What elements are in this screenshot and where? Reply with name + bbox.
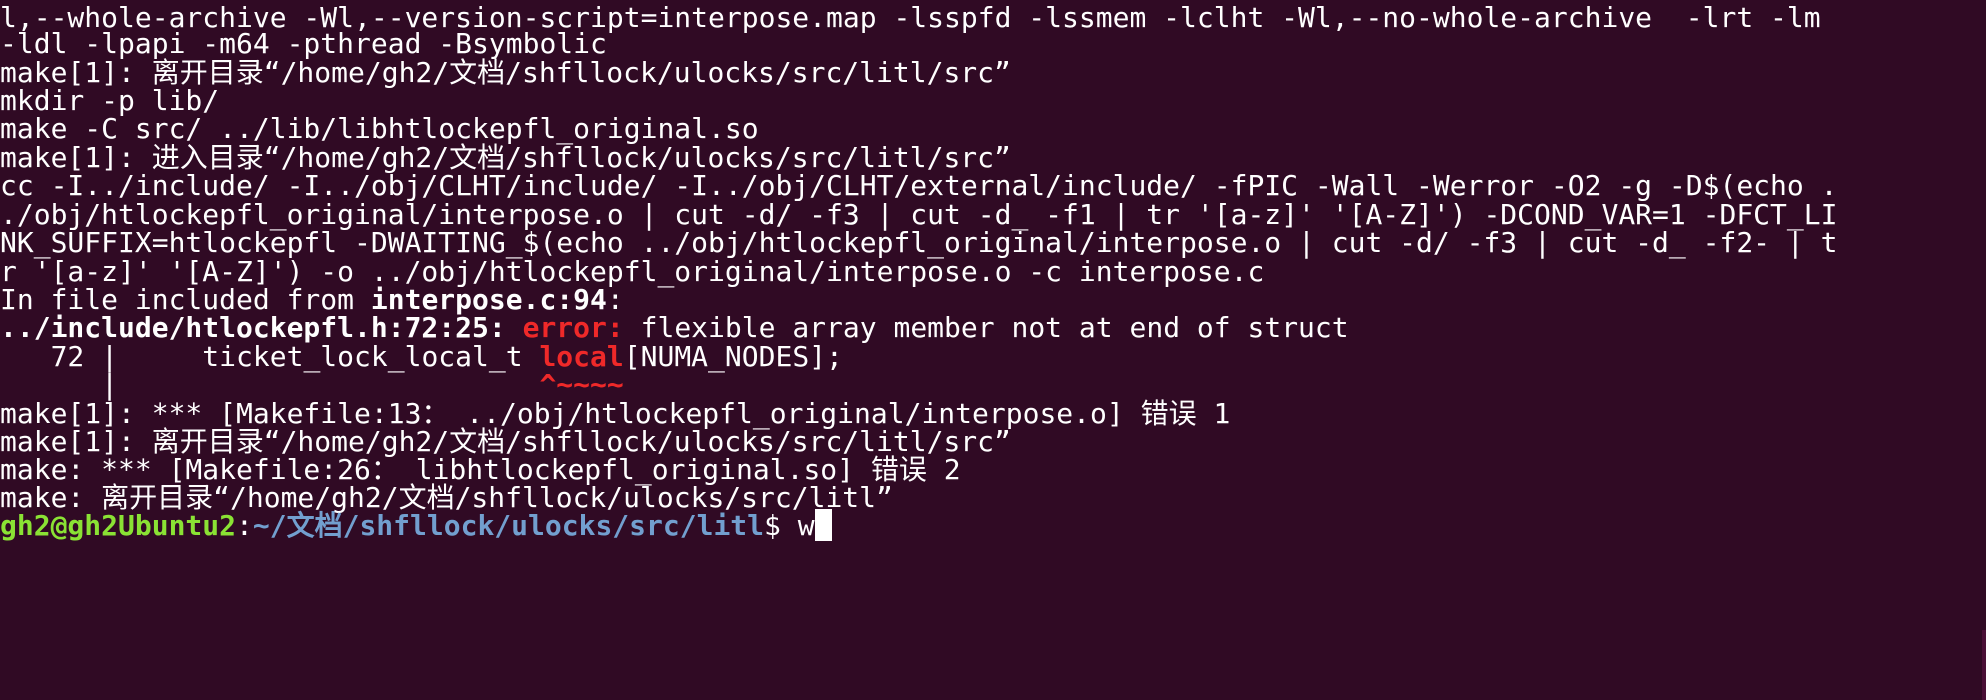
prompt-path: ~/文档/shfllock/ulocks/src/litl [252,509,765,542]
prompt-symbol: $ [764,509,798,542]
command-input[interactable]: w [798,509,815,542]
prompt-separator: : [236,509,253,542]
text-cursor [814,509,832,541]
prompt-user-host: gh2@gh2Ubuntu2 [0,509,237,542]
prompt-line[interactable]: gh2@gh2Ubuntu2:~/文档/shfllock/ulocks/src/… [0,508,832,544]
code-after: [NUMA_NODES]; [623,340,843,373]
terminal-window[interactable]: l,--whole-archive -Wl,--version-script=i… [0,0,1986,700]
window-edge [1982,630,1986,700]
